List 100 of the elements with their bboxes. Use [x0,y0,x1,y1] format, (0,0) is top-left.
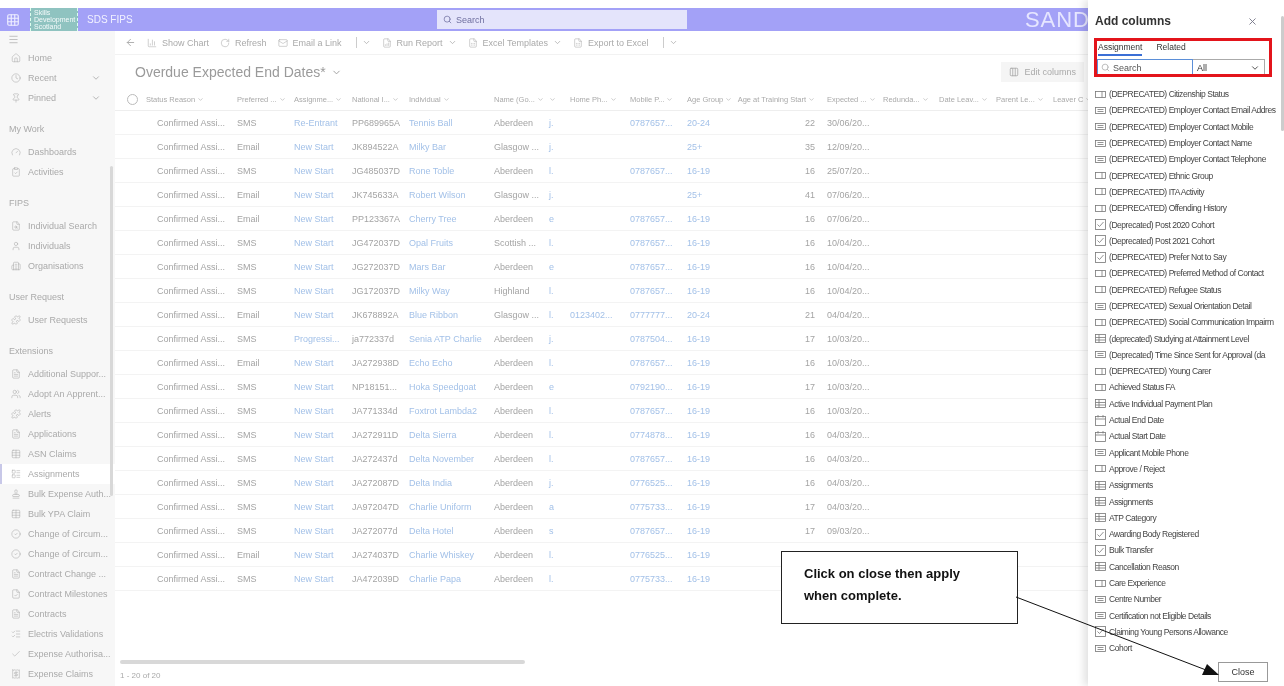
column-option[interactable]: Claiming Young Persons Allowance [1095,623,1228,641]
chevron-icon[interactable] [442,96,450,103]
table-link[interactable]: 16-19 [687,501,711,512]
column-option[interactable]: Cancellation Reason [1095,558,1179,575]
table-link[interactable]: 16-19 [687,573,711,584]
chevron-icon[interactable] [335,96,343,103]
table-link[interactable]: New Start [294,525,334,536]
column-option[interactable]: (deprecated) Studying at Attainment Level [1095,330,1249,347]
table-link[interactable]: Opal Fruits [409,237,453,248]
table-link[interactable]: 20-24 [687,117,711,128]
sidebar-item[interactable]: Organisations [0,256,115,276]
sidebar-item[interactable]: Assignments [0,464,115,484]
sidebar-item[interactable]: Additional Suppor... [0,364,115,384]
table-link[interactable]: Senia ATP Charlie [409,333,482,344]
table-link[interactable]: New Start [294,501,334,512]
column-option[interactable]: (DEPRECATED) Employer Contact Mobile [1095,118,1254,135]
table-link[interactable]: Re-Entrant [294,117,338,128]
chevron-icon[interactable] [808,96,815,103]
table-link[interactable]: Milky Way [409,285,450,296]
chevron-icon[interactable] [197,96,205,103]
chevron-icon[interactable] [980,96,988,103]
table-link[interactable]: New Start [294,549,334,560]
table-link[interactable]: e [549,213,554,224]
table-link[interactable]: 0776525... [630,549,673,560]
table-link[interactable]: Progressi... [294,333,340,344]
chevron-icon[interactable] [1036,96,1044,103]
table-link[interactable]: Delta Hotel [409,525,454,536]
column-option[interactable]: Assignments [1095,477,1153,494]
toolbar-button[interactable]: Refresh [220,37,267,48]
column-option[interactable]: (Deprecated) Time Since Sent for Approval (da [1095,346,1265,364]
table-link[interactable]: 16-19 [687,525,711,536]
table-link[interactable]: 0787657... [630,261,673,272]
table-link[interactable]: Foxtrot Lambda2 [409,405,478,416]
table-link[interactable]: 16-19 [687,477,711,488]
sidebar-item[interactable]: Contracts [0,604,115,624]
table-link[interactable]: New Start [294,141,334,152]
table-link[interactable]: 16-19 [687,261,711,272]
table-link[interactable]: j. [549,333,554,344]
column-option[interactable]: (DEPRECATED) ITA Activity [1095,183,1205,201]
sidebar-item[interactable]: Contract Milestones [0,584,115,604]
table-link[interactable]: 0787504... [630,333,673,344]
column-option[interactable]: Approve / Reject [1095,460,1165,478]
table-link[interactable]: New Start [294,573,334,584]
table-link[interactable]: l. [549,237,554,248]
column-option[interactable]: (DEPRECATED) Employer Contact Email Addres [1095,102,1276,119]
table-link[interactable]: Tennis Ball [409,117,453,128]
table-link[interactable]: 0787657... [630,285,673,296]
column-option[interactable]: (DEPRECATED) Citizenship Status [1095,86,1229,103]
column-option[interactable]: (DEPRECATED) Young Carer [1095,363,1211,380]
tab[interactable]: Related [1156,41,1186,56]
table-link[interactable]: Robert Wilson [409,189,466,200]
table-link[interactable]: l. [549,429,554,440]
sidebar-item[interactable]: Change of Circum... [0,524,115,544]
table-link[interactable]: j. [549,477,554,488]
table-link[interactable]: l. [549,357,554,368]
view-title[interactable]: Overdue Expected End Dates* [135,64,342,80]
table-link[interactable]: Cherry Tree [409,213,457,224]
column-option[interactable]: Applicant Mobile Phone [1095,444,1189,461]
chevron-icon[interactable] [868,96,876,103]
sidebar-item[interactable]: Pinned [0,88,115,108]
table-link[interactable]: s [549,525,554,536]
table-link[interactable]: l. [549,549,554,560]
table-link[interactable]: Echo Echo [409,357,453,368]
sidebar-item[interactable]: User Requests [0,310,115,330]
table-link[interactable]: a [549,501,554,512]
column-option[interactable]: Awarding Body Registered [1095,526,1199,543]
back-arrow-icon[interactable] [125,37,136,48]
table-link[interactable]: New Start [294,285,334,296]
table-link[interactable]: Mars Bar [409,261,446,272]
table-link[interactable]: 16-19 [687,357,711,368]
tab[interactable]: Assignment [1098,41,1143,56]
close-button[interactable]: Close [1218,662,1268,682]
table-link[interactable]: New Start [294,405,334,416]
table-link[interactable]: 0787657... [630,213,673,224]
table-link[interactable]: l. [549,573,554,584]
chevron-icon[interactable] [921,96,929,103]
sidebar-item[interactable]: Expense Claims [0,664,115,684]
column-option[interactable]: (DEPRECATED) Offending History [1095,200,1227,217]
chevron-icon[interactable] [278,96,286,103]
table-link[interactable]: 25+ [687,189,703,200]
table-link[interactable]: j. [549,117,554,128]
table-link[interactable]: l. [549,309,554,320]
chevron-icon[interactable] [361,38,371,47]
toolbar-button[interactable]: Show Chart [147,37,210,48]
column-option[interactable]: Centre Number [1095,591,1162,608]
table-link[interactable]: 0774878... [630,429,673,440]
sidebar-item[interactable]: Individuals [0,236,115,256]
table-link[interactable]: New Start [294,477,334,488]
table-link[interactable]: 16-19 [687,333,711,344]
column-option[interactable]: (DEPRECATED) Preferred Method of Contact [1095,265,1264,282]
table-link[interactable]: l. [549,165,554,176]
sidebar-item[interactable]: Activities [0,162,115,182]
sidebar-item[interactable]: Electris Validations [0,624,115,644]
column-option[interactable]: (Deprecated) Post 2020 Cohort [1095,216,1215,233]
table-link[interactable]: 16-19 [687,213,711,224]
table-link[interactable]: 16-19 [687,429,711,440]
table-link[interactable]: 20-24 [687,309,711,320]
table-link[interactable]: Delta Sierra [409,429,457,440]
table-link[interactable]: 16-19 [687,405,711,416]
column-option[interactable]: (DEPRECATED) Employer Contact Telephone [1095,151,1266,168]
